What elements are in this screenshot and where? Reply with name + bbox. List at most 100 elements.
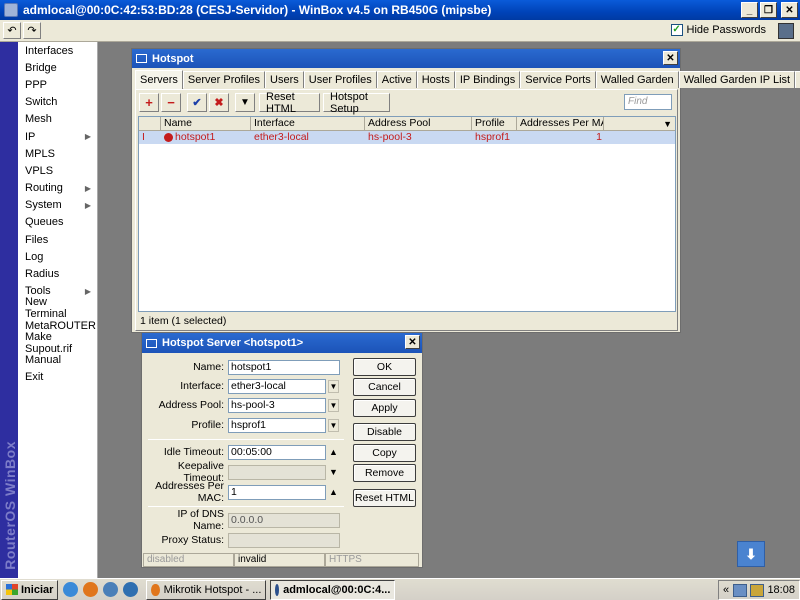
cancel-button[interactable]: Cancel [353, 378, 416, 396]
menu-item-exit[interactable]: Exit [18, 369, 97, 386]
enable-button[interactable]: ✔ [187, 93, 207, 112]
menu-item-label: Bridge [25, 61, 57, 74]
minimize-button[interactable]: _ [741, 2, 758, 18]
reset-html-button[interactable]: Reset HTML [353, 489, 416, 507]
menu-item-label: New Terminal [25, 296, 67, 321]
table-row[interactable]: I hotspot1 ether3-local hs-pool-3 hsprof… [139, 131, 675, 144]
menu-item-ip[interactable]: IP ▶ [18, 128, 97, 145]
find-input[interactable]: Find [624, 94, 672, 110]
task-winbox[interactable]: admlocal@00:0C:4... [270, 579, 396, 600]
menu-item-queues[interactable]: Queues [18, 214, 97, 231]
add-button[interactable]: + [139, 93, 159, 112]
close-button[interactable]: ✕ [781, 2, 798, 18]
search-icon[interactable] [103, 582, 119, 597]
tab-more[interactable]: ... [795, 71, 800, 88]
idle-timeout-up-icon[interactable]: ▲ [328, 446, 339, 459]
tab-ip-bindings[interactable]: IP Bindings [454, 71, 521, 88]
ok-button[interactable]: OK [353, 358, 416, 376]
task-label: admlocal@00:0C:4... [283, 583, 391, 596]
address-pool-field[interactable]: hs-pool-3 [228, 397, 326, 413]
profile-field[interactable]: hsprof1 [228, 417, 326, 433]
media-player-icon[interactable] [123, 582, 139, 597]
lock-icon[interactable] [778, 23, 794, 39]
menu-item-system[interactable]: System ▶ [18, 197, 97, 214]
restore-button[interactable]: ❐ [760, 2, 777, 18]
hotspot-close-button[interactable]: ✕ [663, 51, 678, 65]
column-interface[interactable]: Interface [251, 117, 365, 130]
interface-field[interactable]: ether3-local [228, 378, 326, 394]
addresses-per-mac-field[interactable]: 1 [228, 484, 326, 500]
keepalive-timeout-down-icon[interactable]: ▼ [328, 466, 339, 479]
tab-active[interactable]: Active [376, 71, 417, 88]
hotspot-setup-button[interactable]: Hotspot Setup [323, 91, 390, 115]
menu-item-interfaces[interactable]: Interfaces [18, 42, 97, 59]
menu-item-mesh[interactable]: Mesh [18, 111, 97, 128]
menu-item-routing[interactable]: Routing ▶ [18, 180, 97, 197]
remove-button[interactable]: Remove [353, 464, 416, 482]
disable-button[interactable]: ✖ [209, 93, 229, 112]
download-icon[interactable]: ⬇ [737, 541, 765, 567]
undo-button[interactable]: ↶ [3, 22, 21, 39]
hide-passwords-toggle[interactable]: ✓ Hide Passwords [670, 24, 766, 36]
hotspot-title-bar[interactable]: Hotspot ✕ [132, 49, 680, 68]
tab-servers[interactable]: Servers [135, 70, 183, 89]
tab-service-ports[interactable]: Service Ports [520, 71, 596, 88]
hide-passwords-checkbox[interactable]: ✓ [670, 24, 683, 36]
copy-button[interactable]: Copy [353, 444, 416, 462]
tab-hosts[interactable]: Hosts [416, 71, 455, 88]
column-flag[interactable] [139, 117, 161, 130]
tray-expand-icon[interactable]: « [723, 584, 729, 596]
dialog-title-bar[interactable]: Hotspot Server <hotspot1> ✕ [142, 333, 422, 353]
proxy-status-row: Proxy Status: [146, 532, 352, 548]
menu-item-label: MetaROUTER [25, 319, 96, 332]
volume-icon[interactable] [750, 583, 764, 597]
hide-passwords-label: Hide Passwords [686, 24, 766, 36]
menu-item-switch[interactable]: Switch [18, 94, 97, 111]
menu-item-mpls[interactable]: MPLS [18, 145, 97, 162]
column-name[interactable]: Name [161, 117, 251, 130]
tab-walled-garden[interactable]: Walled Garden [595, 71, 679, 88]
menu-item-bridge[interactable]: Bridge [18, 59, 97, 76]
disable-button[interactable]: Disable [353, 423, 416, 441]
submenu-arrow-icon: ▶ [84, 132, 91, 142]
servers-table: Name Interface Address Pool Profile Addr… [138, 116, 676, 312]
tab-server-profiles[interactable]: Server Profiles [182, 71, 266, 88]
addresses-per-mac-up-icon[interactable]: ▲ [328, 486, 339, 499]
menu-item-ppp[interactable]: PPP [18, 76, 97, 93]
task-mikrotik-hotspot[interactable]: Mikrotik Hotspot - ... [146, 579, 267, 600]
internet-explorer-icon[interactable] [63, 582, 79, 597]
column-menu-icon[interactable]: ▼ [663, 118, 672, 130]
menu-item-radius[interactable]: Radius [18, 265, 97, 282]
submenu-arrow-icon: ▶ [84, 183, 91, 193]
dialog-title: Hotspot Server <hotspot1> [162, 337, 304, 349]
reset-html-button[interactable]: Reset HTML [259, 91, 320, 115]
name-field[interactable]: hotspot1 [228, 359, 340, 375]
menu-item-files[interactable]: Files [18, 231, 97, 248]
filter-icon[interactable]: ▼ [235, 93, 255, 112]
interface-row: Interface: ether3-local ▼ [146, 378, 352, 394]
profile-dropdown-icon[interactable]: ▼ [328, 418, 339, 432]
menu-item-make-supout[interactable]: Make Supout.rif [18, 331, 97, 355]
redo-button[interactable]: ↷ [23, 22, 41, 39]
column-profile[interactable]: Profile [472, 117, 517, 130]
column-addresses-per-mac[interactable]: Addresses Per MAC [517, 117, 604, 130]
network-icon[interactable] [732, 583, 747, 597]
idle-timeout-field[interactable]: 00:05:00 [228, 444, 326, 460]
keepalive-timeout-field[interactable] [228, 464, 326, 480]
interface-dropdown-icon[interactable]: ▼ [328, 379, 339, 393]
address-pool-dropdown-icon[interactable]: ▼ [328, 398, 339, 412]
dialog-close-button[interactable]: ✕ [405, 335, 420, 349]
remove-button[interactable]: − [161, 93, 181, 112]
firefox-icon[interactable] [83, 582, 99, 597]
menu-item-new-terminal[interactable]: New Terminal [18, 296, 97, 320]
menu-item-vpls[interactable]: VPLS [18, 162, 97, 179]
tab-user-profiles[interactable]: User Profiles [303, 71, 377, 88]
menu-item-log[interactable]: Log [18, 248, 97, 265]
tab-users[interactable]: Users [265, 71, 304, 88]
apply-button[interactable]: Apply [353, 399, 416, 417]
menu-item-label: Manual [25, 353, 62, 366]
tab-walled-garden-ip-list[interactable]: Walled Garden IP List [678, 71, 796, 88]
start-button[interactable]: Iniciar [1, 579, 59, 600]
column-address-pool[interactable]: Address Pool [365, 117, 472, 130]
column-menu[interactable]: ▼ [604, 117, 675, 130]
